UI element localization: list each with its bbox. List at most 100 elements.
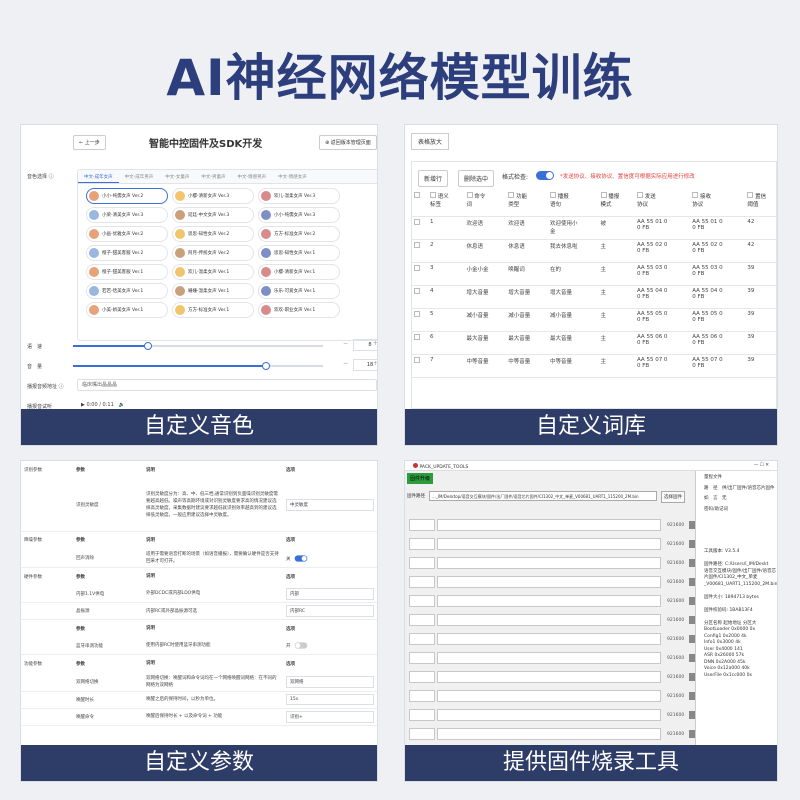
voice-option[interactable]: 橙子-甜美客服 Ver.2 — [86, 245, 168, 261]
port-select[interactable] — [409, 557, 435, 569]
table-cell[interactable]: AA 55 05 0 0 FB — [690, 308, 746, 332]
plus-icon[interactable]: + — [373, 340, 377, 347]
baud-rate[interactable]: 921600 — [667, 694, 684, 699]
port-select[interactable] — [409, 652, 435, 664]
table-cell[interactable]: 休息语 — [506, 239, 548, 263]
voice-option[interactable]: 乐乐-可爱女声 Ver.1 — [258, 283, 340, 299]
param-option[interactable]: 开 — [283, 638, 377, 655]
select-firmware-button[interactable]: 选择固件 — [661, 491, 685, 503]
table-cell[interactable]: 最大音量 — [506, 331, 548, 355]
table-cell[interactable]: AA 55 07 0 0 FB — [635, 354, 691, 378]
voice-option[interactable]: 欢儿-温柔女声 Ver.3 — [258, 188, 340, 204]
voice-tab[interactable]: 中文-男童声 — [195, 170, 231, 183]
return-version-button[interactable]: ⊕ 返回版本管理页面 — [319, 135, 377, 150]
table-cell[interactable]: 中等音量 — [464, 354, 507, 378]
table-cell[interactable]: AA 55 06 0 0 FB — [690, 331, 746, 355]
table-cell[interactable]: 39 — [745, 354, 777, 378]
row-checkbox[interactable] — [414, 264, 420, 271]
baud-rate[interactable]: 921600 — [667, 713, 684, 718]
voice-option[interactable]: 延廷-中文女声 Ver.3 — [172, 207, 254, 223]
voice-tab[interactable]: 中文-情感男声 — [232, 170, 273, 183]
volume-slider-knob[interactable] — [261, 362, 270, 370]
minus-icon[interactable]: − — [343, 340, 348, 347]
column-checkbox[interactable] — [747, 192, 754, 198]
param-toggle[interactable] — [294, 554, 308, 562]
port-select[interactable] — [409, 538, 435, 550]
voice-option[interactable]: 方方-标准女声 Ver.1 — [172, 302, 254, 318]
baud-rate[interactable]: 921600 — [667, 656, 684, 661]
table-cell[interactable]: AA 55 02 0 0 FB — [635, 239, 691, 263]
voice-option[interactable]: 小樱-清新女声 Ver.3 — [172, 188, 254, 204]
table-cell[interactable]: 最大音量 — [464, 331, 507, 355]
port-select[interactable] — [409, 576, 435, 588]
voice-option[interactable]: 思思-知性女声 Ver.2 — [172, 226, 254, 242]
plus-icon[interactable]: + — [373, 360, 377, 367]
table-cell[interactable]: 唤醒词 — [506, 262, 548, 286]
table-row[interactable]: 1 欢迎语 欢迎语 欢迎使用小 金被 AA 55 01 0 0 FB AA 55 01 0… — [412, 216, 777, 240]
table-row[interactable]: 6 最大音量 最大音量 最大音量主 AA 55 06 0 0 FB AA 55 06 0 … — [412, 331, 777, 355]
port-select[interactable] — [409, 519, 435, 531]
add-row-button[interactable]: 新增行 — [418, 170, 449, 187]
row-checkbox[interactable] — [414, 241, 420, 248]
table-cell[interactable]: 7 — [428, 354, 465, 378]
table-cell[interactable]: 减小音量 — [506, 308, 548, 332]
table-cell[interactable]: AA 55 07 0 0 FB — [690, 354, 746, 378]
port-select[interactable] — [409, 595, 435, 607]
table-cell[interactable]: 39 — [745, 331, 777, 355]
voice-option[interactable]: 小美-娇美女声 Ver.1 — [86, 302, 168, 318]
zoom-table-button[interactable]: 表格放大 — [411, 133, 450, 150]
voice-option[interactable]: 小樱-清新女声 Ver.1 — [258, 264, 340, 280]
table-cell[interactable]: 主 — [598, 285, 636, 309]
row-checkbox[interactable] — [414, 218, 420, 225]
port-select[interactable] — [409, 728, 435, 740]
param-option[interactable]: 中灵敏度 — [283, 479, 377, 531]
voice-option[interactable]: 阿月-传统女声 Ver.2 — [172, 245, 254, 261]
row-checkbox[interactable] — [414, 287, 420, 294]
baud-rate[interactable]: 921600 — [667, 561, 684, 566]
param-option[interactable]: 内部 — [283, 586, 377, 603]
param-select[interactable]: 双网络 — [286, 675, 374, 688]
speed-slider-knob[interactable] — [144, 342, 152, 350]
back-button[interactable]: ← 上一步 — [73, 135, 106, 150]
table-cell[interactable]: 主 — [598, 354, 636, 378]
speed-slider[interactable] — [73, 342, 323, 350]
baud-rate[interactable]: 921600 — [667, 618, 684, 623]
firmware-upgrade-tab[interactable]: 固件升级 — [407, 473, 434, 484]
table-cell[interactable]: 39 — [745, 308, 777, 332]
voice-option[interactable]: 欢儿-温柔女声 Ver.1 — [172, 264, 254, 280]
table-cell[interactable]: 减小音量 — [547, 308, 599, 332]
voice-tab[interactable]: 中文-情感女声 — [272, 170, 313, 183]
voice-option[interactable]: 小画-优雅女声 Ver.2 — [86, 226, 168, 242]
param-option[interactable]: 内部RC — [283, 603, 377, 620]
table-cell[interactable]: 6 — [428, 331, 465, 355]
table-cell[interactable]: 主 — [598, 262, 636, 286]
window-controls[interactable]: — ☐ ✕ — [754, 463, 769, 468]
firmware-path-input[interactable]: ..._IM/Desktop/语音交互模块/固件/出厂固件/语音芯片固件/CI1… — [429, 491, 657, 501]
voice-option[interactable]: 小梁-清美女声 Ver.3 — [86, 207, 168, 223]
voice-option[interactable]: 思思-知性女声 Ver.1 — [258, 245, 340, 261]
baud-rate[interactable]: 921600 — [667, 599, 684, 604]
table-cell[interactable]: 5 — [428, 308, 465, 332]
baud-rate[interactable]: 921600 — [667, 675, 684, 680]
voice-tab[interactable]: 中文-成年男声 — [119, 170, 160, 183]
table-cell[interactable]: AA 55 03 0 0 FB — [690, 262, 746, 286]
table-cell[interactable]: AA 55 06 0 0 FB — [635, 331, 691, 355]
voice-option[interactable]: 橙子-甜美客服 Ver.1 — [86, 264, 168, 280]
param-select[interactable]: 中灵敏度 — [286, 498, 374, 511]
table-cell[interactable]: 3 — [428, 262, 465, 286]
config-item[interactable]: 如 言 无 — [696, 496, 777, 503]
table-cell[interactable]: 主 — [598, 331, 636, 355]
select-all-checkbox[interactable] — [414, 192, 420, 198]
table-cell[interactable]: 在的 — [547, 262, 599, 286]
config-item[interactable]: 路 径 供/出厂固件/语音芯片固件 — [696, 486, 777, 493]
table-cell[interactable]: AA 55 04 0 0 FB — [690, 285, 746, 309]
table-cell[interactable]: 欢迎使用小 金 — [547, 216, 599, 240]
port-select[interactable] — [409, 614, 435, 626]
config-item[interactable]: 量程文件 — [696, 475, 777, 482]
column-checkbox[interactable] — [508, 192, 515, 198]
voice-option[interactable]: 小小-纯儒女声 Ver.3 — [258, 207, 340, 223]
table-row[interactable]: 4 增大音量 增大音量 增大音量主 AA 55 04 0 0 FB AA 55 04 0 … — [412, 285, 777, 309]
table-cell[interactable]: AA 55 04 0 0 FB — [635, 285, 691, 309]
volume-slider[interactable] — [73, 362, 323, 370]
table-cell[interactable]: 42 — [745, 239, 777, 263]
